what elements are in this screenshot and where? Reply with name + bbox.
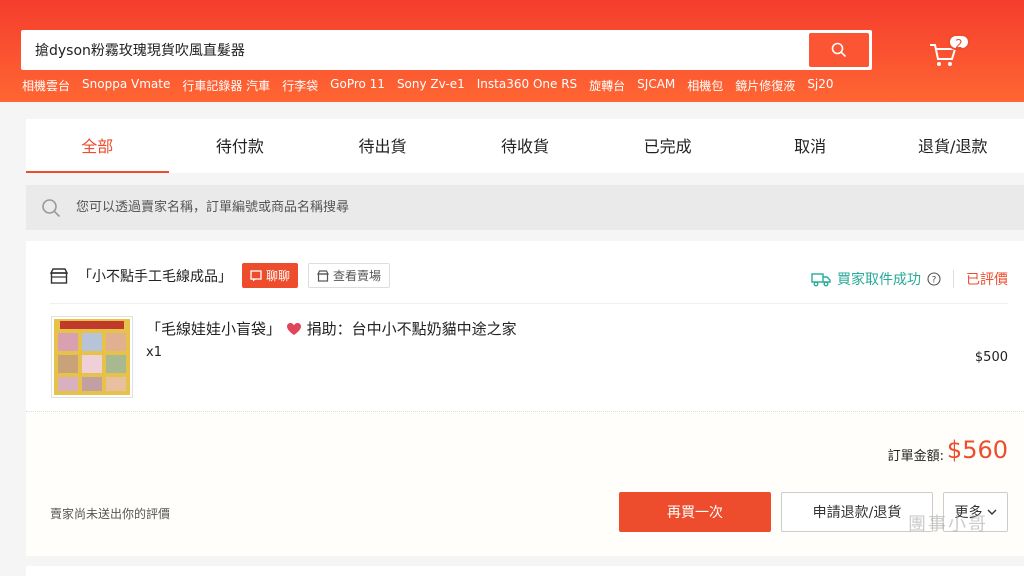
keyword-link[interactable]: 行李袋 (282, 77, 318, 94)
watermark: 團事小哥 (908, 514, 988, 535)
heart-icon (286, 323, 301, 335)
chevron-down-icon (987, 509, 996, 515)
divider (953, 270, 954, 288)
item-price: $500 (974, 350, 1008, 365)
search-icon (42, 198, 61, 217)
order-search-input[interactable] (76, 200, 576, 215)
help-icon[interactable]: ? (927, 272, 941, 286)
order-total-value: $560 (946, 436, 1008, 464)
chat-button[interactable]: 聊聊 (242, 263, 299, 288)
tab-to-receive[interactable]: 待收貨 (454, 119, 597, 173)
product-thumbnail[interactable] (51, 316, 133, 398)
next-order-card (26, 566, 1024, 576)
product-name-part: 「毛線娃娃小盲袋」 (146, 320, 282, 338)
chat-icon (250, 269, 262, 281)
order-status-tabs: 全部 待付款 待出貨 待收貨 已完成 取消 退貨/退款 (26, 119, 1024, 173)
search-button[interactable] (809, 33, 869, 67)
truck-icon (811, 273, 831, 287)
order-footer: 訂單金額: $560 賣家尚未送出你的評價 再買一次 申請退款/退貨 更多 團事… (26, 411, 1024, 556)
svg-text:?: ? (932, 276, 937, 286)
quantity: x1 (146, 345, 162, 360)
keyword-link[interactable]: GoPro 11 (330, 77, 385, 94)
trending-keywords: 相機雲台 Snoppa Vmate 行車記錄器 汽車 行李袋 GoPro 11 … (22, 77, 834, 94)
keyword-link[interactable]: Snoppa Vmate (82, 77, 170, 94)
keyword-link[interactable]: Sony Zv-e1 (397, 77, 465, 94)
search-input[interactable]: 搶dyson粉霧玫瑰現貨吹風直髮器 (24, 40, 809, 60)
keyword-link[interactable]: 旋轉台 (589, 77, 625, 94)
view-shop-button[interactable]: 查看賣場 (308, 263, 391, 288)
keyword-link[interactable]: 鏡片修復液 (735, 77, 795, 94)
keyword-link[interactable]: 相機包 (687, 77, 723, 94)
order-card: 「小不點手工毛線成品」 聊聊 查看賣場 買家取件成功 ? 已評價 「毛線娃娃小盲… (26, 241, 1024, 411)
divider (50, 303, 1008, 304)
review-note: 賣家尚未送出你的評價 (50, 507, 171, 521)
product-name[interactable]: 「毛線娃娃小盲袋」 捐助：台中小不點奶貓中途之家 (146, 318, 517, 339)
cart-count-badge: 2 (948, 34, 970, 51)
tab-return-refund[interactable]: 退貨/退款 (881, 119, 1024, 173)
keyword-link[interactable]: 行車記錄器 汽車 (182, 77, 270, 94)
shop-name[interactable]: 「小不點手工毛線成品」 (78, 266, 232, 286)
cart-button[interactable]: 2 (928, 34, 970, 70)
shop-header: 「小不點手工毛線成品」 聊聊 查看賣場 (50, 263, 391, 288)
product-name-part: 捐助：台中小不點奶貓中途之家 (306, 320, 517, 338)
keyword-link[interactable]: Sj20 (807, 77, 833, 94)
chat-label: 聊聊 (266, 269, 291, 283)
view-shop-label: 查看賣場 (333, 269, 382, 283)
tab-to-pay[interactable]: 待付款 (169, 119, 312, 173)
shipping-status: 買家取件成功 (837, 272, 921, 288)
search-icon (831, 42, 847, 58)
rating-status: 已評價 (966, 272, 1008, 288)
keyword-link[interactable]: Insta360 One RS (477, 77, 577, 94)
product-image (54, 319, 130, 395)
shop-icon (50, 267, 68, 284)
buy-again-button[interactable]: 再買一次 (619, 492, 771, 532)
order-search-bar (26, 185, 1024, 230)
search-bar[interactable]: 搶dyson粉霧玫瑰現貨吹風直髮器 (21, 30, 872, 70)
top-header: 搶dyson粉霧玫瑰現貨吹風直髮器 2 相機雲台 Snoppa Vmate 行車… (0, 0, 1024, 102)
store-icon (317, 269, 329, 282)
tab-completed[interactable]: 已完成 (596, 119, 739, 173)
keyword-link[interactable]: SJCAM (637, 77, 675, 94)
keyword-link[interactable]: 相機雲台 (22, 77, 70, 94)
order-status: 買家取件成功 ? 已評價 (811, 269, 1008, 289)
tab-to-ship[interactable]: 待出貨 (311, 119, 454, 173)
order-total-label: 訂單金額: (887, 449, 944, 464)
tab-cancelled[interactable]: 取消 (739, 119, 882, 173)
tab-all[interactable]: 全部 (26, 119, 169, 173)
